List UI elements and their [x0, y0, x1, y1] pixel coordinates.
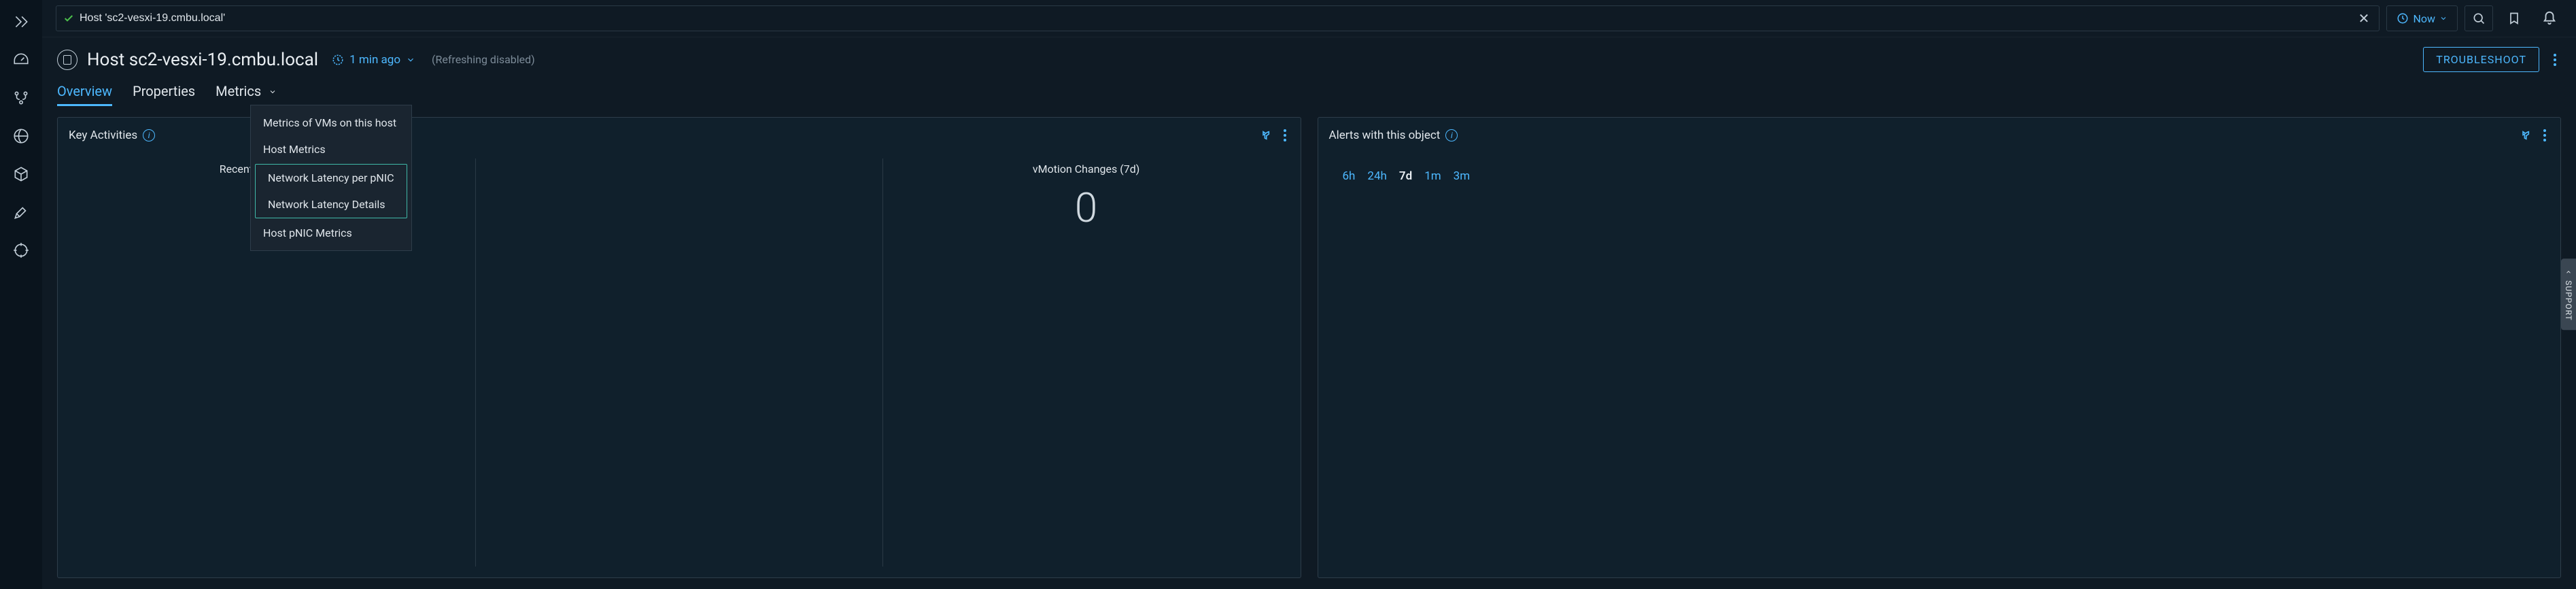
- tab-metrics[interactable]: Metrics: [216, 83, 277, 106]
- range-7d[interactable]: 7d: [1399, 169, 1412, 183]
- metric-vmotion-changes: vMotion Changes (7d) 0: [883, 158, 1290, 567]
- refresh-age-button[interactable]: 1 min ago: [332, 53, 415, 67]
- panel-alerts: Alerts with this object i 6h 24h 7d 1m 3…: [1318, 117, 2562, 578]
- dropdown-item-vms[interactable]: Metrics of VMs on this host: [251, 110, 411, 136]
- panel-header: Alerts with this object i: [1318, 118, 2561, 153]
- page-title: Host sc2-vesxi-19.cmbu.local: [87, 50, 318, 70]
- header-options-icon[interactable]: [2549, 49, 2561, 71]
- range-24h[interactable]: 24h: [1367, 169, 1386, 183]
- panel-key-activities: Key Activities i Recent Problems (7d) 0 …: [57, 117, 1301, 578]
- globe-segments-icon[interactable]: [12, 127, 31, 146]
- dropdown-item-pnic-metrics[interactable]: Host pNIC Metrics: [251, 220, 411, 246]
- tab-properties[interactable]: Properties: [133, 83, 195, 106]
- info-icon[interactable]: i: [1445, 129, 1458, 141]
- notifications-bell-icon[interactable]: [2535, 5, 2564, 31]
- chevron-down-icon: [406, 55, 415, 65]
- search-field[interactable]: ✕: [56, 5, 2380, 31]
- top-bar: ✕ Now: [42, 0, 2576, 37]
- support-label: SUPPORT: [2564, 280, 2573, 320]
- dropdown-highlight-group: Network Latency per pNIC Network Latency…: [255, 164, 407, 218]
- metric-label: vMotion Changes (7d): [1033, 163, 1139, 175]
- range-6h[interactable]: 6h: [1343, 169, 1356, 183]
- tab-metrics-label: Metrics: [216, 83, 261, 99]
- troubleshoot-button[interactable]: TROUBLESHOOT: [2423, 47, 2539, 72]
- alerts-body: 6h 24h 7d 1m 3m: [1318, 153, 2561, 577]
- info-icon[interactable]: i: [143, 129, 155, 141]
- time-range-group: 6h 24h 7d 1m 3m: [1329, 158, 2550, 194]
- main-column: ✕ Now Host sc2-vesxi-19.cmbu.local 1 min…: [42, 0, 2576, 589]
- panel-options-icon[interactable]: [1280, 126, 1290, 145]
- panels-row: Key Activities i Recent Problems (7d) 0 …: [42, 106, 2576, 589]
- global-search-button[interactable]: [2465, 5, 2493, 31]
- range-1m[interactable]: 1m: [1424, 169, 1441, 183]
- tools-icon[interactable]: [12, 203, 31, 222]
- panel-header: Key Activities i: [58, 118, 1301, 153]
- target-icon[interactable]: [12, 241, 31, 260]
- tabs-row: Overview Properties Metrics Metrics of V…: [42, 76, 2576, 106]
- metric-middle-placeholder: [476, 158, 883, 567]
- collapse-sidebar-icon[interactable]: [12, 12, 31, 31]
- branch-icon[interactable]: [12, 88, 31, 107]
- cube-icon[interactable]: [12, 165, 31, 184]
- refresh-age-text: 1 min ago: [349, 53, 400, 67]
- metric-value: 0: [1075, 188, 1097, 229]
- page-header: Host sc2-vesxi-19.cmbu.local 1 min ago (…: [42, 37, 2576, 76]
- dashboard-gauge-icon[interactable]: [12, 50, 31, 69]
- tab-overview[interactable]: Overview: [57, 83, 112, 106]
- time-range-label: Now: [2413, 12, 2435, 25]
- refresh-hint: (Refreshing disabled): [432, 53, 535, 66]
- panel-options-icon[interactable]: [2540, 126, 2549, 145]
- dropdown-item-host-metrics[interactable]: Host Metrics: [251, 136, 411, 163]
- time-range-button[interactable]: Now: [2386, 5, 2458, 31]
- host-icon: [57, 50, 78, 70]
- clock-icon: [332, 54, 344, 66]
- support-tab[interactable]: SUPPORT: [2561, 258, 2576, 330]
- activities-body: Recent Problems (7d) 0 vMotion Changes (…: [58, 153, 1301, 577]
- clear-search-icon[interactable]: ✕: [2356, 10, 2373, 27]
- search-input[interactable]: [80, 12, 2356, 24]
- range-3m[interactable]: 3m: [1454, 169, 1470, 183]
- pin-icon[interactable]: [1256, 126, 1275, 145]
- nav-rail: [0, 0, 42, 589]
- metrics-dropdown: Metrics of VMs on this host Host Metrics…: [250, 105, 412, 251]
- panel-title: Key Activities: [69, 129, 137, 142]
- bookmark-icon[interactable]: [2500, 5, 2528, 31]
- pin-icon[interactable]: [2515, 126, 2535, 145]
- check-icon: [63, 13, 74, 24]
- chevron-icon: [2564, 268, 2573, 276]
- chevron-down-icon: [269, 88, 277, 99]
- dropdown-item-latency-details[interactable]: Network Latency Details: [256, 191, 407, 218]
- dropdown-item-latency-pnic[interactable]: Network Latency per pNIC: [256, 165, 407, 191]
- panel-title: Alerts with this object: [1329, 129, 1441, 142]
